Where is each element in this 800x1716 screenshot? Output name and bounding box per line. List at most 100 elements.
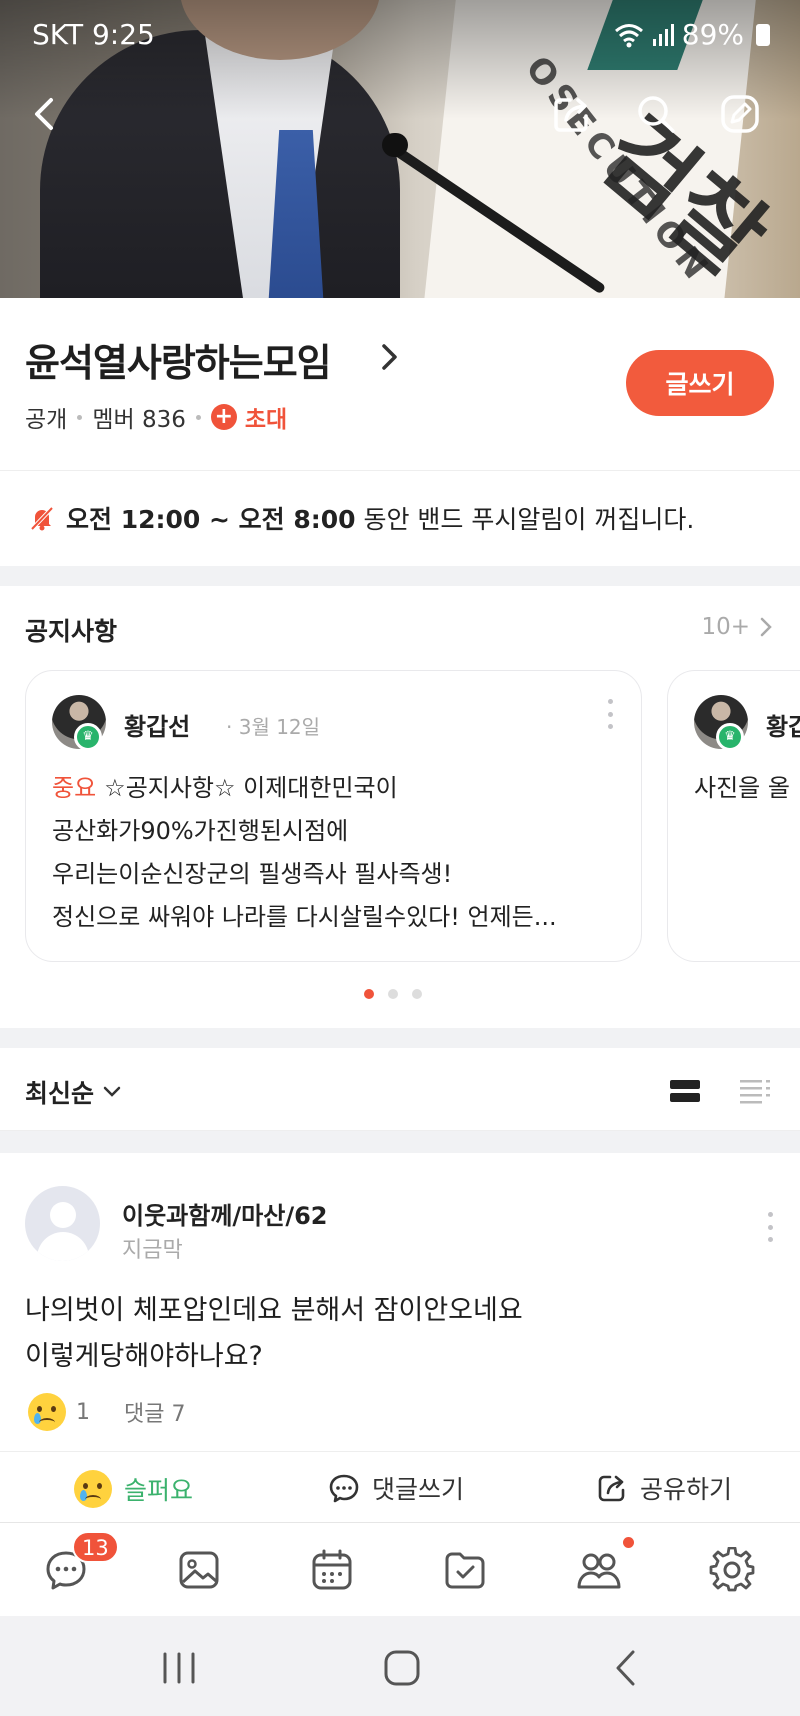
share-label: 공유하기 xyxy=(640,1475,733,1504)
nav-members[interactable] xyxy=(572,1543,626,1597)
sad-label: 슬퍼요 xyxy=(124,1476,194,1505)
bell-off-icon xyxy=(30,506,54,531)
notice-card[interactable]: ♛ 황갑선 · 3월 12일 중요 ☆공지사항☆ 이제대한민국이 공산화가90%가… xyxy=(25,670,642,962)
pager-dot-active xyxy=(364,989,374,999)
back-arrow-icon xyxy=(35,98,53,130)
mute-time-range: 오전 12:00 ~ 오전 8:00 xyxy=(66,505,356,534)
notice-count: 10+ xyxy=(701,614,750,640)
folder-check-icon xyxy=(445,1552,485,1589)
notice-pager xyxy=(364,989,422,999)
card-view-icon[interactable] xyxy=(670,1078,700,1104)
chevron-down-icon xyxy=(103,1086,121,1097)
band-name[interactable]: 윤석열사랑하는모임 xyxy=(25,332,332,387)
nav-settings[interactable] xyxy=(705,1543,759,1597)
chevron-right-icon xyxy=(760,617,772,637)
post-line: 나의벗이 체포압인데요 분해서 잠이안오네요 xyxy=(25,1295,523,1326)
list-view-icon[interactable] xyxy=(740,1078,770,1104)
notice-body: 사진을 올 xyxy=(694,767,800,810)
section-gap xyxy=(0,1028,800,1048)
notice-line: 정신으로 싸워야 나라를 다시살릴수있다! 언제든... xyxy=(52,903,557,931)
sad-emoji-icon xyxy=(74,1470,112,1508)
carrier-time: SKT 9:25 xyxy=(32,18,155,51)
system-navigation-bar xyxy=(0,1616,800,1716)
write-comment-button[interactable]: 댓글쓰기 xyxy=(328,1470,464,1506)
share-post-button[interactable]: 공유하기 xyxy=(596,1470,732,1506)
chat-badge: 13 xyxy=(72,1531,119,1563)
crown-icon: ♛ xyxy=(716,723,744,751)
band-meta: 공개 멤버 836 + 초대 xyxy=(25,400,287,434)
section-gap xyxy=(0,1131,800,1153)
status-right: 89% xyxy=(614,18,770,51)
post-stats[interactable]: 1 댓글 7 xyxy=(28,1393,185,1431)
section-gap xyxy=(0,566,800,586)
battery-icon xyxy=(756,23,770,46)
notice-section-title: 공지사항 xyxy=(25,617,118,646)
post-line: 이렇게당해야하나요? xyxy=(25,1341,263,1372)
write-post-button[interactable]: 글쓰기 xyxy=(626,350,774,416)
sort-dropdown[interactable]: 최신순 xyxy=(25,1074,122,1110)
meta-separator xyxy=(195,414,201,420)
invite-plus-icon[interactable]: + xyxy=(210,404,237,430)
wifi-icon xyxy=(614,23,643,47)
more-options-icon[interactable] xyxy=(606,699,614,729)
notice-date: · 3월 12일 xyxy=(226,715,321,739)
home-icon[interactable] xyxy=(380,1646,424,1690)
status-bar: SKT 9:25 89% xyxy=(0,0,800,70)
notice-line: 사진을 올 xyxy=(694,774,790,802)
band-visibility: 공개 xyxy=(25,407,68,433)
notice-line: ☆공지사항☆ 이제대한민국이 xyxy=(104,774,398,802)
search-button[interactable] xyxy=(630,88,682,140)
edit-button[interactable] xyxy=(714,88,766,140)
nav-photos[interactable] xyxy=(172,1543,226,1597)
bottom-nav: 13 xyxy=(0,1522,800,1616)
notice-card[interactable]: ♛ 황갑 사진을 올 xyxy=(667,670,800,962)
pager-dot xyxy=(388,989,398,999)
notice-author: 황갑 xyxy=(766,713,800,741)
crown-icon: ♛ xyxy=(74,723,102,751)
system-back-icon[interactable] xyxy=(605,1646,649,1690)
push-mute-notice[interactable]: 오전 12:00 ~ 오전 8:00 동안 밴드 푸시알림이 꺼집니다. xyxy=(28,500,694,536)
meta-separator xyxy=(77,414,83,420)
share-icon xyxy=(598,1475,625,1502)
post-actions: 슬퍼요 댓글쓰기 공유하기 xyxy=(0,1470,800,1524)
pager-dot xyxy=(412,989,422,999)
nav-files[interactable] xyxy=(438,1543,492,1597)
chevron-right-icon[interactable] xyxy=(374,338,404,376)
members-icon xyxy=(577,1553,621,1589)
gear-icon xyxy=(709,1547,755,1592)
notice-more-link[interactable]: 10+ xyxy=(701,614,774,640)
post-author[interactable]: 이웃과함께/마산/62 xyxy=(122,1196,328,1231)
important-tag: 중요 xyxy=(52,774,97,802)
signal-icon xyxy=(652,23,674,46)
invite-link[interactable]: 초대 xyxy=(245,400,287,434)
mute-text: 동안 밴드 푸시알림이 꺼집니다. xyxy=(355,505,695,534)
notice-line: 공산화가90%가진행된시점에 xyxy=(52,817,349,845)
comment-label: 댓글쓰기 xyxy=(372,1475,465,1504)
battery-percent: 89% xyxy=(681,18,744,51)
share-band-button[interactable] xyxy=(546,88,598,140)
divider xyxy=(0,1451,800,1452)
sort-label: 최신순 xyxy=(25,1079,95,1108)
back-button[interactable] xyxy=(20,88,72,140)
image-icon xyxy=(179,1551,219,1589)
comment-count[interactable]: 댓글 7 xyxy=(124,1396,185,1428)
members-new-dot xyxy=(623,1537,634,1548)
notice-body: 중요 ☆공지사항☆ 이제대한민국이 공산화가90%가진행된시점에 우리는이순신장군… xyxy=(52,767,632,939)
notice-line: 우리는이순신장군의 필생즉사 필사즉생! xyxy=(52,860,453,888)
notice-author: 황갑선 xyxy=(124,713,191,741)
avatar[interactable] xyxy=(25,1186,100,1261)
share-icon xyxy=(554,98,588,132)
post-body[interactable]: 나의벗이 체포압인데요 분해서 잠이안오네요 이렇게당해야하나요? xyxy=(25,1288,523,1380)
reaction-count: 1 xyxy=(76,1399,90,1425)
sad-reaction-button[interactable]: 슬퍼요 xyxy=(74,1470,193,1508)
post-time: 지금막 xyxy=(122,1238,183,1263)
more-options-icon[interactable] xyxy=(766,1212,774,1242)
band-member-count[interactable]: 멤버 836 xyxy=(92,400,186,434)
recent-apps-icon[interactable] xyxy=(157,1646,201,1690)
calendar-icon xyxy=(312,1549,352,1590)
divider xyxy=(0,470,800,471)
nav-calendar[interactable] xyxy=(305,1543,359,1597)
search-icon xyxy=(638,96,675,133)
pencil-icon xyxy=(721,95,759,133)
sad-emoji-icon xyxy=(28,1393,66,1431)
